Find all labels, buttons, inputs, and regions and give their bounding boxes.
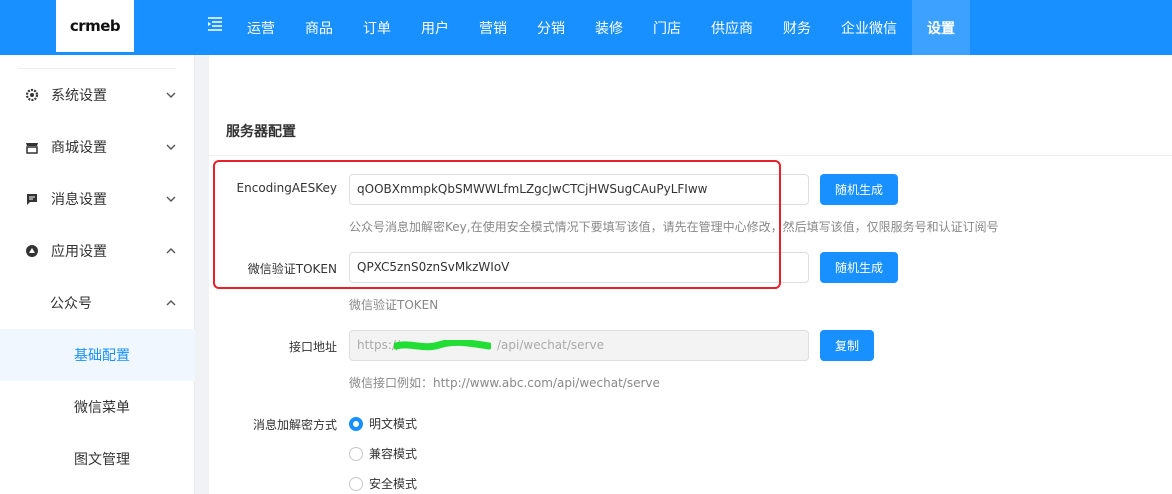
radio-label: 明文模式 [369, 417, 418, 431]
sidebar-item-label: 消息设置 [51, 192, 107, 208]
section-title: 服务器配置 [226, 124, 296, 140]
radio-label: 安全模式 [369, 477, 418, 491]
gear-icon [25, 88, 39, 102]
chevron-up-icon [166, 300, 176, 306]
redaction-scribble [394, 340, 491, 351]
sidebar-item-article-management[interactable]: 图文管理 [0, 433, 195, 485]
radio-label: 兼容模式 [369, 447, 418, 461]
sidebar-item-label: 系统设置 [51, 88, 107, 104]
server-config-card [209, 91, 1172, 494]
chevron-up-icon [166, 248, 176, 254]
radio-plaintext-mode[interactable]: 明文模式 [349, 415, 417, 432]
encryption-label: 消息加解密方式 [252, 418, 337, 432]
sidebar-item-wechat-menu[interactable]: 微信菜单 [0, 381, 195, 433]
top-navbar: crmeb 运营 商品 订单 用户 营销 分销 装修 门店 供应商 财务 企业微… [0, 0, 1172, 55]
sidebar-item-label: 应用设置 [51, 244, 107, 260]
sidebar-item-mall-settings[interactable]: 商城设置 [0, 121, 195, 173]
shop-icon [26, 143, 38, 154]
aes-key-generate-button[interactable]: 随机生成 [820, 174, 898, 205]
radio-secure-mode[interactable]: 安全模式 [349, 475, 417, 492]
sidebar-item-label: 微信菜单 [74, 400, 130, 416]
endpoint-hint: 微信接口例如：http://www.abc.com/api/wechat/ser… [349, 376, 660, 390]
nav-item-marketing[interactable]: 营销 [464, 0, 522, 55]
nav-item-wecom[interactable]: 企业微信 [826, 0, 912, 55]
sidebar-submenu-official-account[interactable]: 公众号 [0, 277, 195, 329]
nav-item-settings[interactable]: 设置 [912, 0, 970, 55]
menu-toggle-icon[interactable] [207, 16, 223, 32]
sidebar-item-label: 图文管理 [74, 452, 130, 468]
logo-text: crmeb [69, 17, 121, 35]
top-card [209, 55, 1172, 91]
nav-item-decoration[interactable]: 装修 [580, 0, 638, 55]
nav-item-products[interactable]: 商品 [290, 0, 348, 55]
token-generate-button[interactable]: 随机生成 [820, 252, 898, 283]
nav-item-finance[interactable]: 财务 [768, 0, 826, 55]
chevron-down-icon [166, 144, 176, 150]
sidebar-item-label: 商城设置 [51, 140, 107, 156]
radio-dot [349, 446, 363, 461]
radio-dot [349, 476, 363, 491]
radio-dot [349, 416, 363, 431]
chevron-down-icon [166, 92, 176, 98]
logo[interactable]: crmeb [56, 0, 134, 52]
sidebar-divider [18, 55, 176, 69]
highlight-box [213, 160, 781, 289]
nav-item-stores[interactable]: 门店 [638, 0, 696, 55]
endpoint-suffix: /api/wechat/serve [497, 338, 604, 352]
message-icon [27, 194, 37, 205]
sidebar-item-label: 基础配置 [74, 348, 130, 364]
token-hint: 微信验证TOKEN [349, 298, 439, 312]
app-icon [26, 245, 38, 257]
section-divider [209, 155, 1172, 156]
sidebar: 系统设置 商城设置 消息设置 应用设置 公众号 基础配置 微信菜单 图文管理 [0, 55, 195, 494]
nav-item-distribution[interactable]: 分销 [522, 0, 580, 55]
nav-item-orders[interactable]: 订单 [348, 0, 406, 55]
sidebar-item-app-settings[interactable]: 应用设置 [0, 225, 195, 277]
sidebar-submenu-label: 公众号 [50, 296, 92, 312]
sidebar-item-system-settings[interactable]: 系统设置 [0, 69, 195, 121]
main-nav: 运营 商品 订单 用户 营销 分销 装修 门店 供应商 财务 企业微信 设置 [232, 0, 970, 55]
copy-button[interactable]: 复制 [820, 330, 874, 361]
radio-compatible-mode[interactable]: 兼容模式 [349, 445, 417, 462]
nav-item-operations[interactable]: 运营 [232, 0, 290, 55]
nav-item-suppliers[interactable]: 供应商 [696, 0, 768, 55]
nav-item-users[interactable]: 用户 [406, 0, 464, 55]
chevron-down-icon [166, 196, 176, 202]
sidebar-item-basic-config[interactable]: 基础配置 [0, 329, 195, 381]
endpoint-label: 接口地址 [288, 340, 337, 354]
sidebar-item-message-settings[interactable]: 消息设置 [0, 173, 195, 225]
